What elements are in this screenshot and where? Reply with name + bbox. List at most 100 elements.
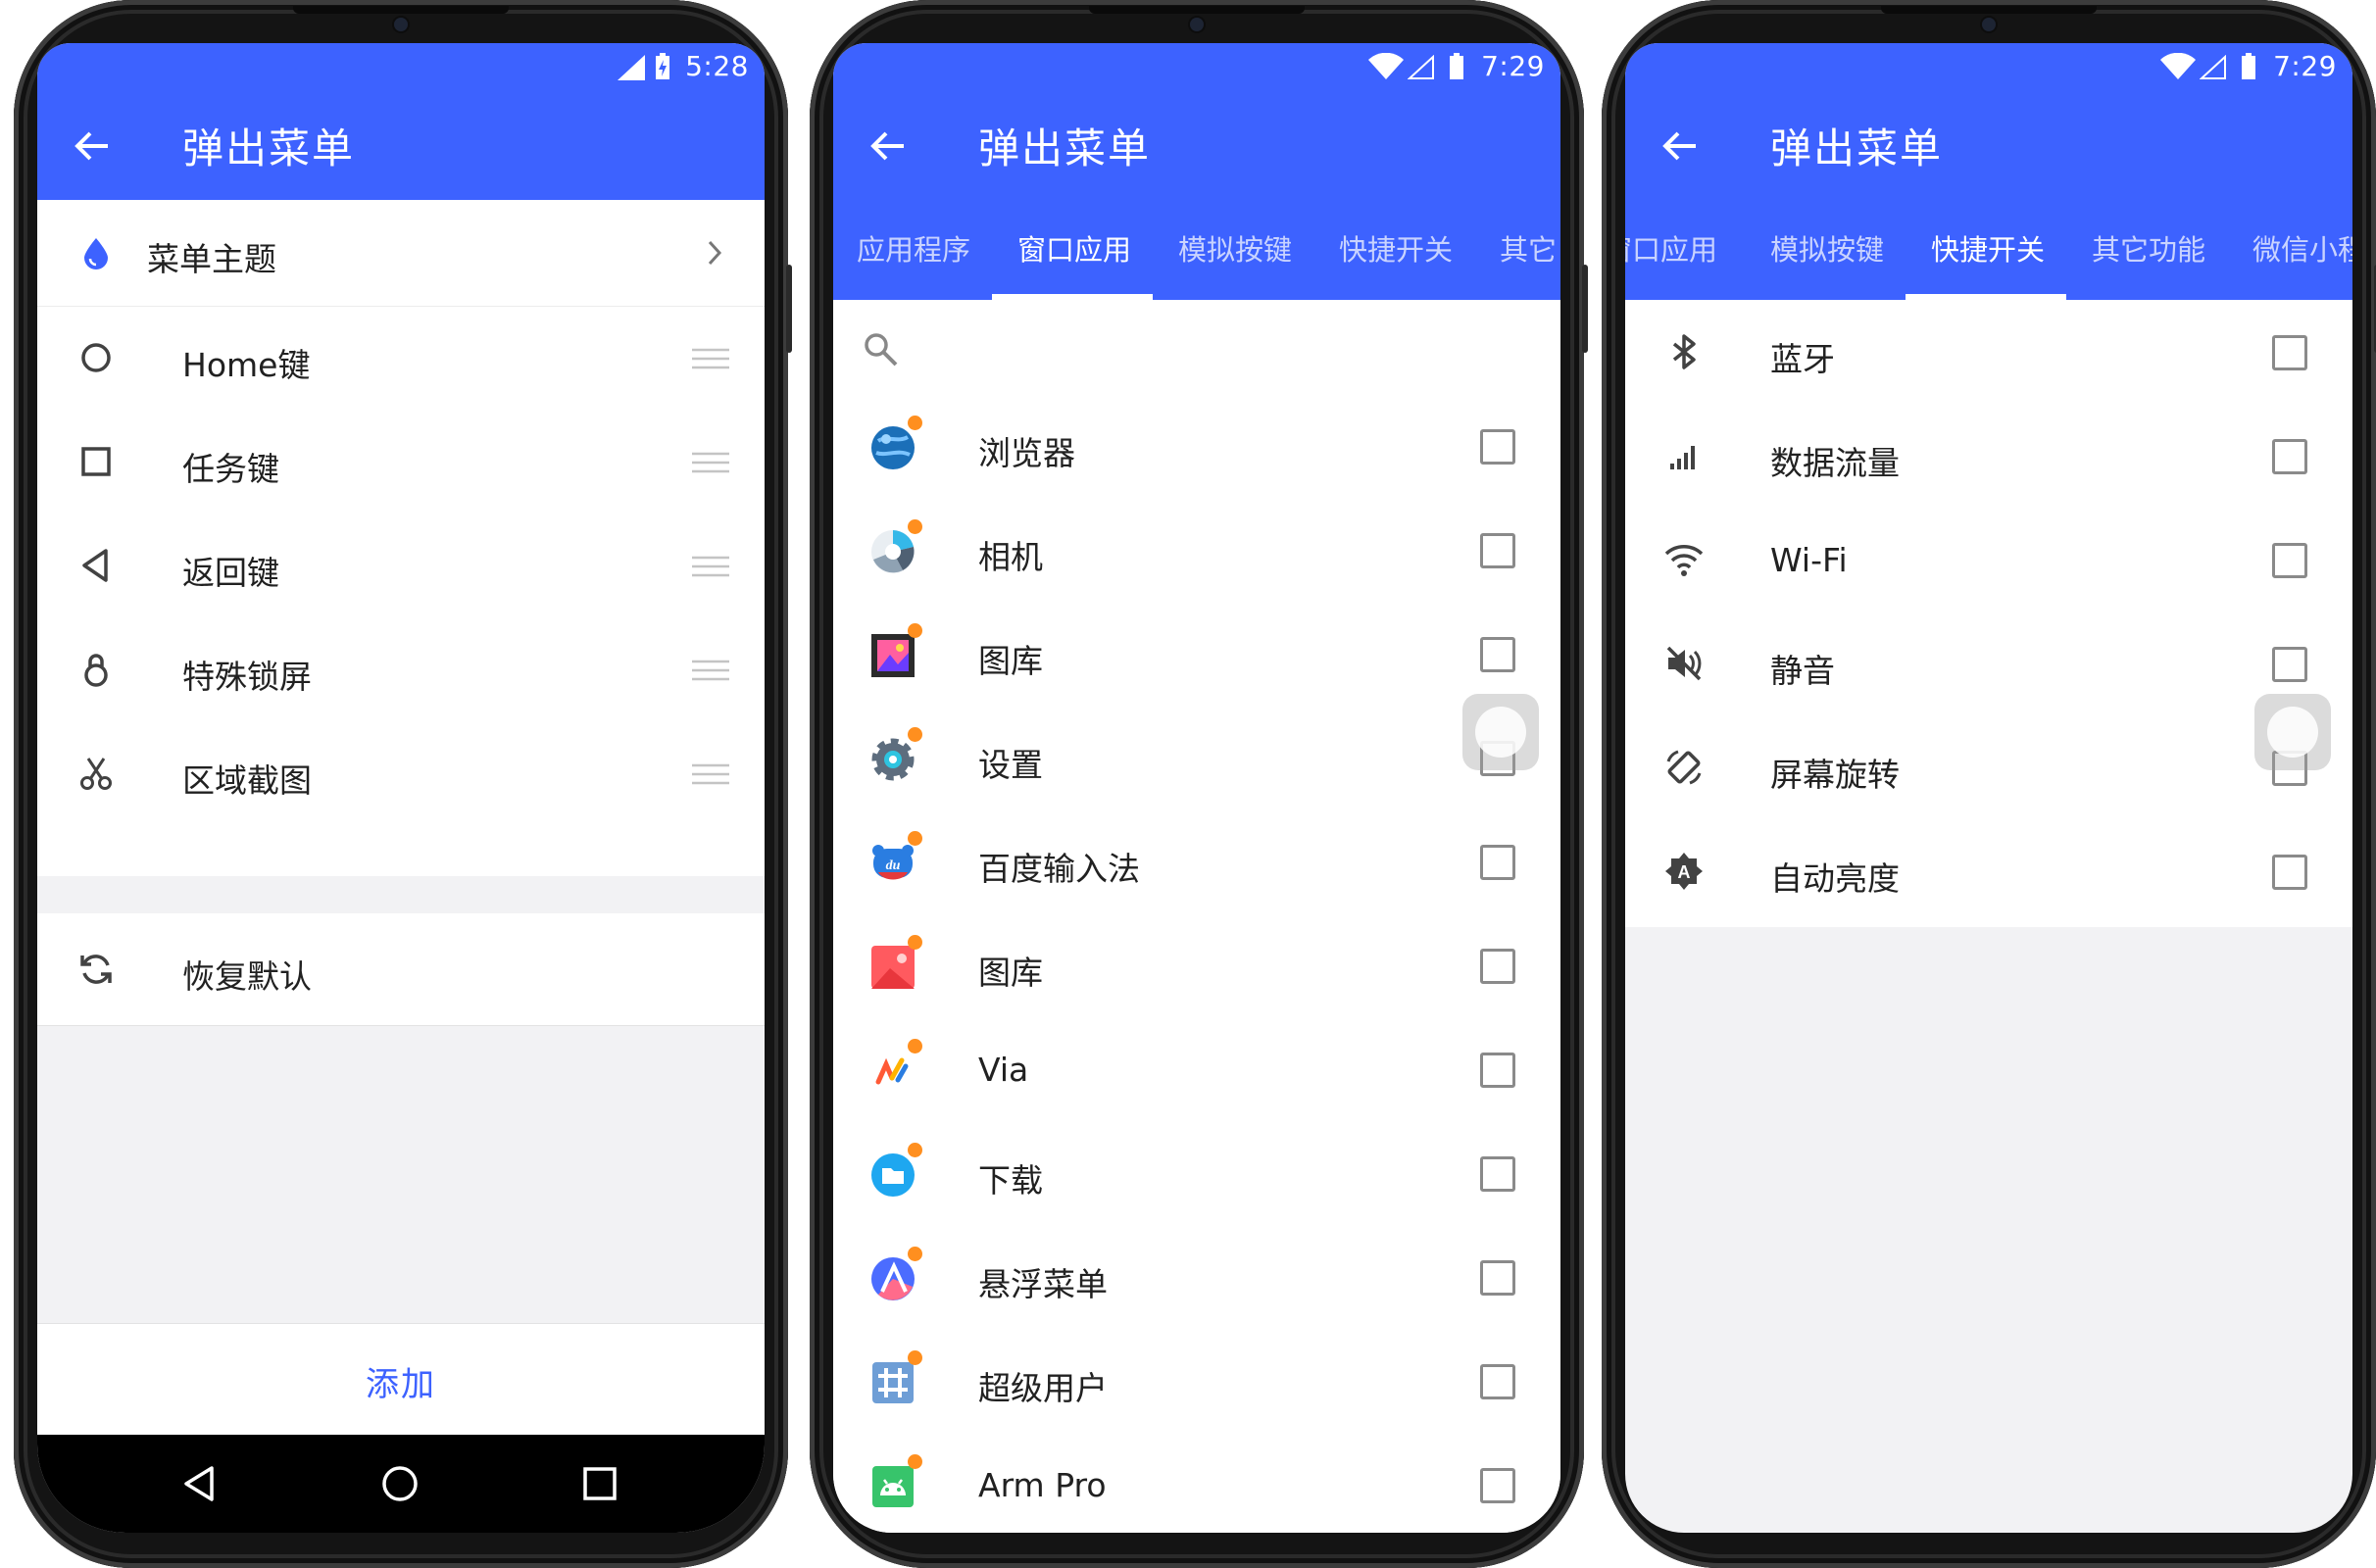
list-item[interactable]: A 自动亮度 <box>1625 819 2352 923</box>
tab-quick-switches[interactable]: 快捷开关 <box>1339 227 1453 269</box>
badge-dot <box>908 935 922 950</box>
app-label: 设置 <box>978 746 1043 784</box>
badge-dot <box>908 727 922 742</box>
tab-window-apps[interactable]: 窗口应用 <box>1625 227 1717 269</box>
list-item[interactable]: du 百度输入法 <box>833 809 1560 913</box>
badge-dot <box>908 416 922 430</box>
app-label: Arm Pro <box>978 1466 1107 1504</box>
list-item[interactable]: 超级用户 <box>833 1329 1560 1433</box>
list-item[interactable]: 任务键 <box>37 410 765 514</box>
menu-theme-row[interactable]: 菜单主题 <box>37 200 765 307</box>
list-item[interactable]: 浏览器 <box>833 394 1560 498</box>
list-item[interactable]: 图库 <box>833 602 1560 706</box>
switch-label: 屏幕旋转 <box>1770 756 1900 794</box>
battery-charging-icon <box>656 53 669 79</box>
gallery-red-icon <box>871 946 915 989</box>
download-folder-icon <box>871 1153 915 1197</box>
app-checkbox[interactable] <box>1480 1260 1515 1296</box>
app-checkbox[interactable] <box>1480 1156 1515 1192</box>
app-checkbox[interactable] <box>1480 1468 1515 1503</box>
tab-simulated-keys[interactable]: 模拟按键 <box>1770 227 1884 269</box>
drag-handle-icon[interactable] <box>692 763 729 785</box>
app-checkbox[interactable] <box>1480 533 1515 568</box>
drag-handle-icon[interactable] <box>692 452 729 473</box>
badge-dot <box>908 1247 922 1261</box>
list-item[interactable]: 下载 <box>833 1121 1560 1225</box>
app-checkbox[interactable] <box>1480 1053 1515 1088</box>
tab-apps[interactable]: 应用程序 <box>857 227 970 269</box>
auto-brightness-icon: A <box>1665 853 1703 890</box>
list-item[interactable]: Via <box>833 1017 1560 1121</box>
list-item[interactable]: 区域截图 <box>37 721 765 825</box>
switch-list: 蓝牙 数据流量 Wi-Fi 静音 屏幕旋转 A 自动亮度 <box>1625 300 2352 927</box>
floating-ball-button[interactable] <box>1462 694 1539 770</box>
list-item[interactable]: 图库 <box>833 913 1560 1017</box>
back-arrow-icon[interactable] <box>1660 126 1700 166</box>
status-bar: 7:29 <box>833 43 1560 92</box>
tab-other-functions[interactable]: 其它功能 <box>2092 227 2205 269</box>
tab-window-apps[interactable]: 窗口应用 <box>1017 227 1131 269</box>
list-item[interactable]: 蓝牙 <box>1625 300 2352 404</box>
badge-dot <box>908 623 922 638</box>
rotate-icon <box>1666 750 1702 785</box>
back-arrow-icon[interactable] <box>73 126 112 166</box>
switch-checkbox[interactable] <box>2272 335 2307 370</box>
drag-handle-icon[interactable] <box>692 556 729 577</box>
add-label: 添加 <box>366 1365 436 1404</box>
nav-home-icon[interactable] <box>380 1464 420 1503</box>
app-checkbox[interactable] <box>1480 637 1515 672</box>
list-item[interactable]: 返回键 <box>37 514 765 617</box>
front-camera <box>1190 18 1204 31</box>
settings-gear-icon <box>871 738 915 781</box>
app-checkbox[interactable] <box>1480 949 1515 984</box>
battery-icon <box>2242 53 2255 79</box>
app-checkbox[interactable] <box>1480 429 1515 465</box>
list-item[interactable]: Arm Pro <box>833 1433 1560 1533</box>
floating-ball-button[interactable] <box>2254 694 2331 770</box>
add-button[interactable]: 添加 <box>37 1323 765 1436</box>
nav-back-icon[interactable] <box>180 1464 220 1503</box>
via-icon <box>871 1050 915 1093</box>
list-item[interactable]: Wi-Fi <box>1625 508 2352 612</box>
phone-frame-3: 7:29 弹出菜单 窗口应用 模拟按键 快捷开关 其它功能 微信小程 蓝牙 数据… <box>1602 0 2376 1568</box>
switch-checkbox[interactable] <box>2272 439 2307 474</box>
search-icon[interactable] <box>861 329 900 368</box>
app-checkbox[interactable] <box>1480 1364 1515 1399</box>
drag-handle-icon[interactable] <box>692 348 729 369</box>
refresh-icon <box>80 955 112 984</box>
list-item[interactable]: 悬浮菜单 <box>833 1225 1560 1329</box>
lock-icon <box>84 654 108 687</box>
list-item[interactable]: 设置 <box>833 706 1560 809</box>
switch-label: Wi-Fi <box>1770 541 1848 579</box>
screen-3: 7:29 弹出菜单 窗口应用 模拟按键 快捷开关 其它功能 微信小程 蓝牙 数据… <box>1625 43 2352 1533</box>
list-item[interactable]: 相机 <box>833 498 1560 602</box>
menu-theme-label: 菜单主题 <box>147 240 276 278</box>
tab-wechat-mini[interactable]: 微信小程 <box>2252 227 2352 269</box>
page-title: 弹出菜单 <box>1770 124 1944 172</box>
drag-handle-icon[interactable] <box>692 660 729 681</box>
chevron-right-icon <box>708 240 722 266</box>
list-item[interactable]: 数据流量 <box>1625 404 2352 508</box>
superuser-icon <box>872 1362 914 1403</box>
screen-2: 7:29 弹出菜单 应用程序 窗口应用 模拟按键 快捷开关 其它 浏览器 相机 … <box>833 43 1560 1533</box>
switch-checkbox[interactable] <box>2272 647 2307 682</box>
tab-quick-switches[interactable]: 快捷开关 <box>1931 227 2045 269</box>
restore-default-row[interactable]: 恢复默认 <box>37 917 765 1021</box>
tab-other[interactable]: 其它 <box>1500 227 1557 269</box>
switch-checkbox[interactable] <box>2272 855 2307 890</box>
list-item[interactable]: 屏幕旋转 <box>1625 715 2352 819</box>
switch-checkbox[interactable] <box>2272 543 2307 578</box>
list-item[interactable]: Home键 <box>37 306 765 410</box>
status-bar: 5:28 <box>37 43 765 92</box>
app-checkbox[interactable] <box>1480 845 1515 880</box>
front-camera <box>1982 18 1996 31</box>
list-item[interactable]: 特殊锁屏 <box>37 617 765 721</box>
app-label: 下载 <box>978 1161 1043 1200</box>
back-arrow-icon[interactable] <box>868 126 908 166</box>
tab-simulated-keys[interactable]: 模拟按键 <box>1178 227 1292 269</box>
nav-recents-icon[interactable] <box>580 1464 619 1503</box>
app-label: Via <box>978 1051 1029 1089</box>
triangle-back-icon <box>82 549 108 582</box>
list-item[interactable]: 静音 <box>1625 612 2352 715</box>
signal-empty-icon <box>2200 55 2226 79</box>
